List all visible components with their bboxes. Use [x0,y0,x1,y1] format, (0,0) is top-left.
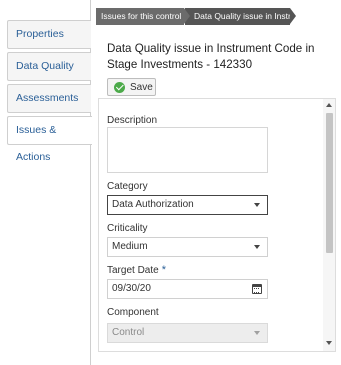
tab-data-quality[interactable]: Data Quality [7,52,91,81]
chevron-down-icon [254,203,260,207]
description-field[interactable] [107,127,268,173]
vertical-scrollbar[interactable] [323,99,335,351]
scrollbar-thumb[interactable] [326,113,333,253]
component-select: Control [107,323,268,343]
target-date-label-text: Target Date [107,265,159,276]
criticality-label: Criticality [107,223,148,234]
save-button[interactable]: Save [107,78,156,96]
chevron-down-icon [254,331,260,335]
breadcrumb-current-issue[interactable]: Data Quality issue in Instr... [185,8,297,25]
tab-properties[interactable]: Properties [7,20,91,49]
category-label: Category [107,181,148,192]
criticality-value: Medium [112,241,148,252]
tab-issues-actions[interactable]: Issues & Actions [7,116,92,163]
issue-form-panel: Description Category Data Authorization … [98,98,336,352]
scroll-up-arrow-icon[interactable] [326,103,332,107]
target-date-value: 09/30/20 [112,283,151,294]
scroll-down-arrow-icon[interactable] [326,341,332,345]
component-label: Component [107,307,159,318]
target-date-label: Target Date * [107,264,166,276]
category-value: Data Authorization [112,199,194,210]
calendar-icon[interactable] [252,284,262,294]
check-circle-icon [114,81,125,93]
component-value: Control [112,327,145,338]
tab-assessments[interactable]: Assessments [7,84,91,113]
required-marker: * [161,264,166,276]
target-date-input[interactable]: 09/30/20 [107,279,268,299]
breadcrumb: Issues for this control Data Quality iss… [96,8,297,25]
save-button-label: Save [130,81,153,93]
side-tab-bar: Properties Data Quality Assessments Issu… [0,0,92,365]
description-label: Description [107,115,158,126]
criticality-select[interactable]: Medium [107,237,268,257]
breadcrumb-issues-for-control[interactable]: Issues for this control [96,8,190,25]
category-select[interactable]: Data Authorization [107,195,268,215]
page-title: Data Quality issue in Instrument Code in… [107,42,315,71]
chevron-down-icon [254,245,260,249]
